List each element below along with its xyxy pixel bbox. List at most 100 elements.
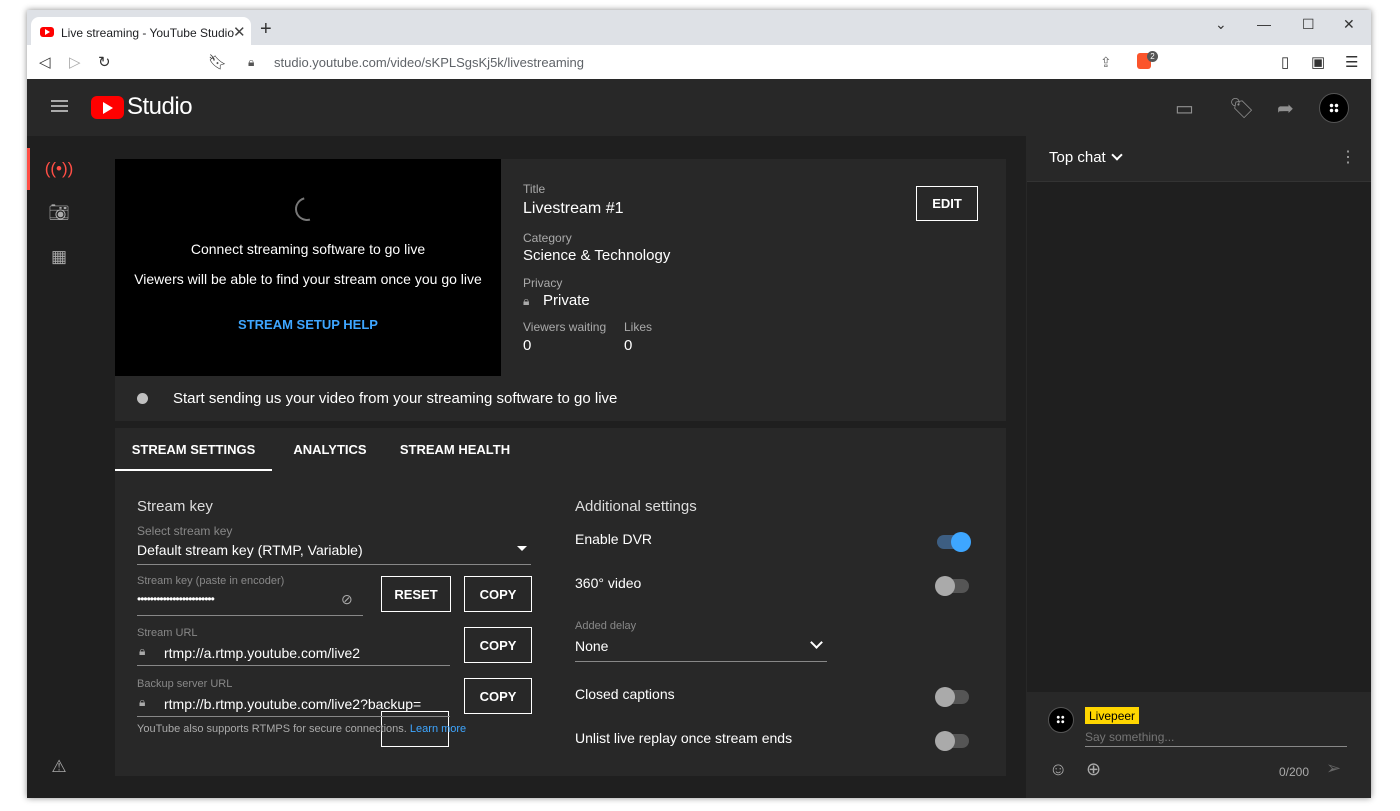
closed-captions-toggle[interactable] (935, 687, 969, 707)
backup-url-label: Backup server URL (137, 678, 233, 690)
copy-backup-url-button[interactable]: COPY (464, 678, 532, 714)
character-counter: 0/200 (1279, 765, 1310, 779)
title-value: Livestream #1 (523, 200, 624, 217)
share-icon[interactable]: ⇪ (1100, 54, 1112, 71)
tab-analytics[interactable]: ANALYTICS (280, 428, 380, 471)
category-value: Science & Technology (523, 247, 671, 264)
top-chat-selector[interactable]: Top chat (1049, 149, 1106, 166)
dropdown-arrow-icon (517, 546, 527, 551)
copy-stream-url-button[interactable]: COPY (464, 627, 532, 663)
stream-key-input[interactable]: •••••••••••••••••••••••• (137, 592, 215, 606)
close-tab-icon[interactable]: ✕ (233, 23, 246, 41)
chat-user-avatar (1048, 707, 1074, 733)
unlist-replay-toggle[interactable] (935, 731, 969, 751)
main-panel: Connect streaming software to go live Vi… (91, 136, 1064, 798)
stream-status-bar: Start sending us your video from your st… (115, 376, 1006, 421)
privacy-label: Privacy (523, 276, 563, 290)
menu-icon[interactable]: ☰ (1345, 53, 1358, 71)
category-label: Category (523, 231, 572, 245)
viewers-waiting-value: 0 (523, 337, 532, 354)
toggle-knob (935, 576, 955, 596)
chevron-down-icon[interactable]: ⌄ (1215, 16, 1227, 33)
stream-preview: Connect streaming software to go live Vi… (115, 159, 501, 376)
enable-dvr-toggle[interactable] (937, 532, 971, 552)
stream-key-select[interactable]: Default stream key (RTMP, Variable) (137, 540, 531, 562)
close-window-button[interactable]: ✕ (1343, 16, 1355, 33)
new-tab-button[interactable]: + (260, 19, 272, 39)
youtube-favicon-icon (40, 27, 54, 37)
lock-icon: 🔒︎ (139, 644, 146, 658)
address-bar[interactable]: 🔒︎ studio.youtube.com/video/sKPLSgsKj5k/… (234, 48, 1156, 76)
chat-header: Top chat ⋮ (1027, 136, 1371, 182)
stream-key-label: Stream key (paste in encoder) (137, 575, 285, 587)
left-navigation: ((•)) 📷︎ ▦ ⚠︎ (27, 136, 91, 798)
stream-key-heading: Stream key (137, 498, 213, 515)
preview-message: Connect streaming software to go live (190, 241, 426, 257)
lock-icon: 🔒︎ (248, 55, 255, 69)
title-label: Title (523, 182, 546, 196)
chat-message-input[interactable] (1085, 728, 1347, 747)
preview-submessage: Viewers will be able to find your stream… (134, 271, 482, 287)
closed-captions-label: Closed captions (575, 686, 675, 702)
lock-icon: 🔒︎ (139, 695, 146, 709)
nav-camera-icon[interactable]: 📷︎ (27, 192, 91, 234)
copy-stream-key-button[interactable]: COPY (464, 576, 532, 612)
learn-more-link[interactable]: Learn more (410, 723, 466, 735)
backup-url-value[interactable]: rtmp://b.rtmp.youtube.com/live2?backup= (164, 696, 421, 712)
clapperboard-icon[interactable]: ▭ (1175, 96, 1194, 121)
additional-settings-heading: Additional settings (575, 498, 697, 515)
lock-icon: 🔒︎ (523, 294, 530, 308)
youtube-logo-icon[interactable] (91, 96, 124, 119)
rtmps-note-text: YouTube also supports RTMPS for secure c… (137, 723, 407, 735)
nav-calendar-icon[interactable]: ▦ (27, 236, 91, 278)
browser-tab-title: Live streaming - YouTube Studio (61, 26, 234, 40)
forward-icon[interactable]: ▷ (69, 53, 81, 71)
browser-window: Live streaming - YouTube Studio ✕ + ⌄ — … (27, 10, 1371, 798)
maximize-button[interactable]: ☐ (1302, 16, 1315, 33)
back-icon[interactable]: ◁ (39, 53, 51, 71)
account-avatar[interactable] (1319, 93, 1349, 123)
loading-spinner-icon (290, 192, 324, 226)
delay-underline (575, 661, 827, 662)
sidebar-toggle-icon[interactable]: ▯ (1281, 53, 1289, 71)
stream-url-value[interactable]: rtmp://a.rtmp.youtube.com/live2 (164, 645, 360, 661)
select-stream-key-label: Select stream key (137, 524, 233, 538)
chat-user-name: Livepeer (1085, 707, 1140, 724)
more-options-icon[interactable]: ⋮ (1340, 147, 1356, 167)
share-icon[interactable]: ➦ (1277, 96, 1294, 121)
reset-button[interactable]: RESET (381, 576, 451, 612)
wallet-icon[interactable]: ▣ (1311, 53, 1325, 71)
add-icon[interactable]: ⊕ (1086, 759, 1101, 780)
minimize-button[interactable]: — (1257, 16, 1271, 32)
emoji-icon[interactable]: ☺ (1049, 759, 1067, 780)
app-header: Studio ▭ 🏷︎ ➦ (27, 79, 1371, 136)
stream-settings-panel: Stream key Select stream key Default str… (115, 471, 1006, 776)
nav-feedback-icon[interactable]: ⚠︎ (27, 746, 91, 788)
viewers-waiting-label: Viewers waiting (523, 320, 607, 334)
added-delay-label: Added delay (575, 620, 637, 632)
send-icon[interactable]: ➢ (1326, 758, 1341, 779)
edit-button[interactable]: EDIT (916, 186, 978, 221)
video-360-toggle[interactable] (935, 576, 969, 596)
bookmark-icon[interactable]: 🏷︎ (1229, 96, 1254, 121)
tab-stream-health[interactable]: STREAM HEALTH (393, 428, 517, 471)
reload-icon[interactable]: ↻ (98, 53, 111, 71)
eye-off-icon[interactable]: ⊘ (341, 591, 353, 608)
stream-url-label: Stream URL (137, 627, 198, 639)
likes-label: Likes (624, 320, 653, 334)
stream-info-panel: Title Livestream #1 EDIT Category Scienc… (501, 159, 1006, 376)
chevron-down-icon[interactable] (1111, 149, 1123, 161)
stream-key-underline (137, 615, 363, 616)
nav-stream-icon[interactable]: ((•)) (27, 148, 91, 190)
live-chat-panel: Top chat ⋮ Livepeer ☺ ⊕ 0/200 ➢ (1027, 136, 1371, 798)
enable-dvr-label: Enable DVR (575, 531, 653, 547)
hamburger-menu-icon[interactable] (51, 100, 68, 112)
bookmark-icon[interactable]: 🔖︎ (208, 53, 227, 71)
browser-toolbar: ◁ ▷ ↻ 🔖︎ 🔒︎ studio.youtube.com/video/sKP… (27, 45, 1371, 79)
chevron-down-icon (810, 636, 823, 649)
added-delay-select[interactable]: None (575, 636, 827, 658)
likes-value: 0 (624, 337, 633, 354)
studio-logo-text[interactable]: Studio (127, 93, 193, 121)
tab-stream-settings[interactable]: STREAM SETTINGS (115, 428, 272, 471)
stream-setup-help-link[interactable]: STREAM SETUP HELP (115, 317, 501, 332)
